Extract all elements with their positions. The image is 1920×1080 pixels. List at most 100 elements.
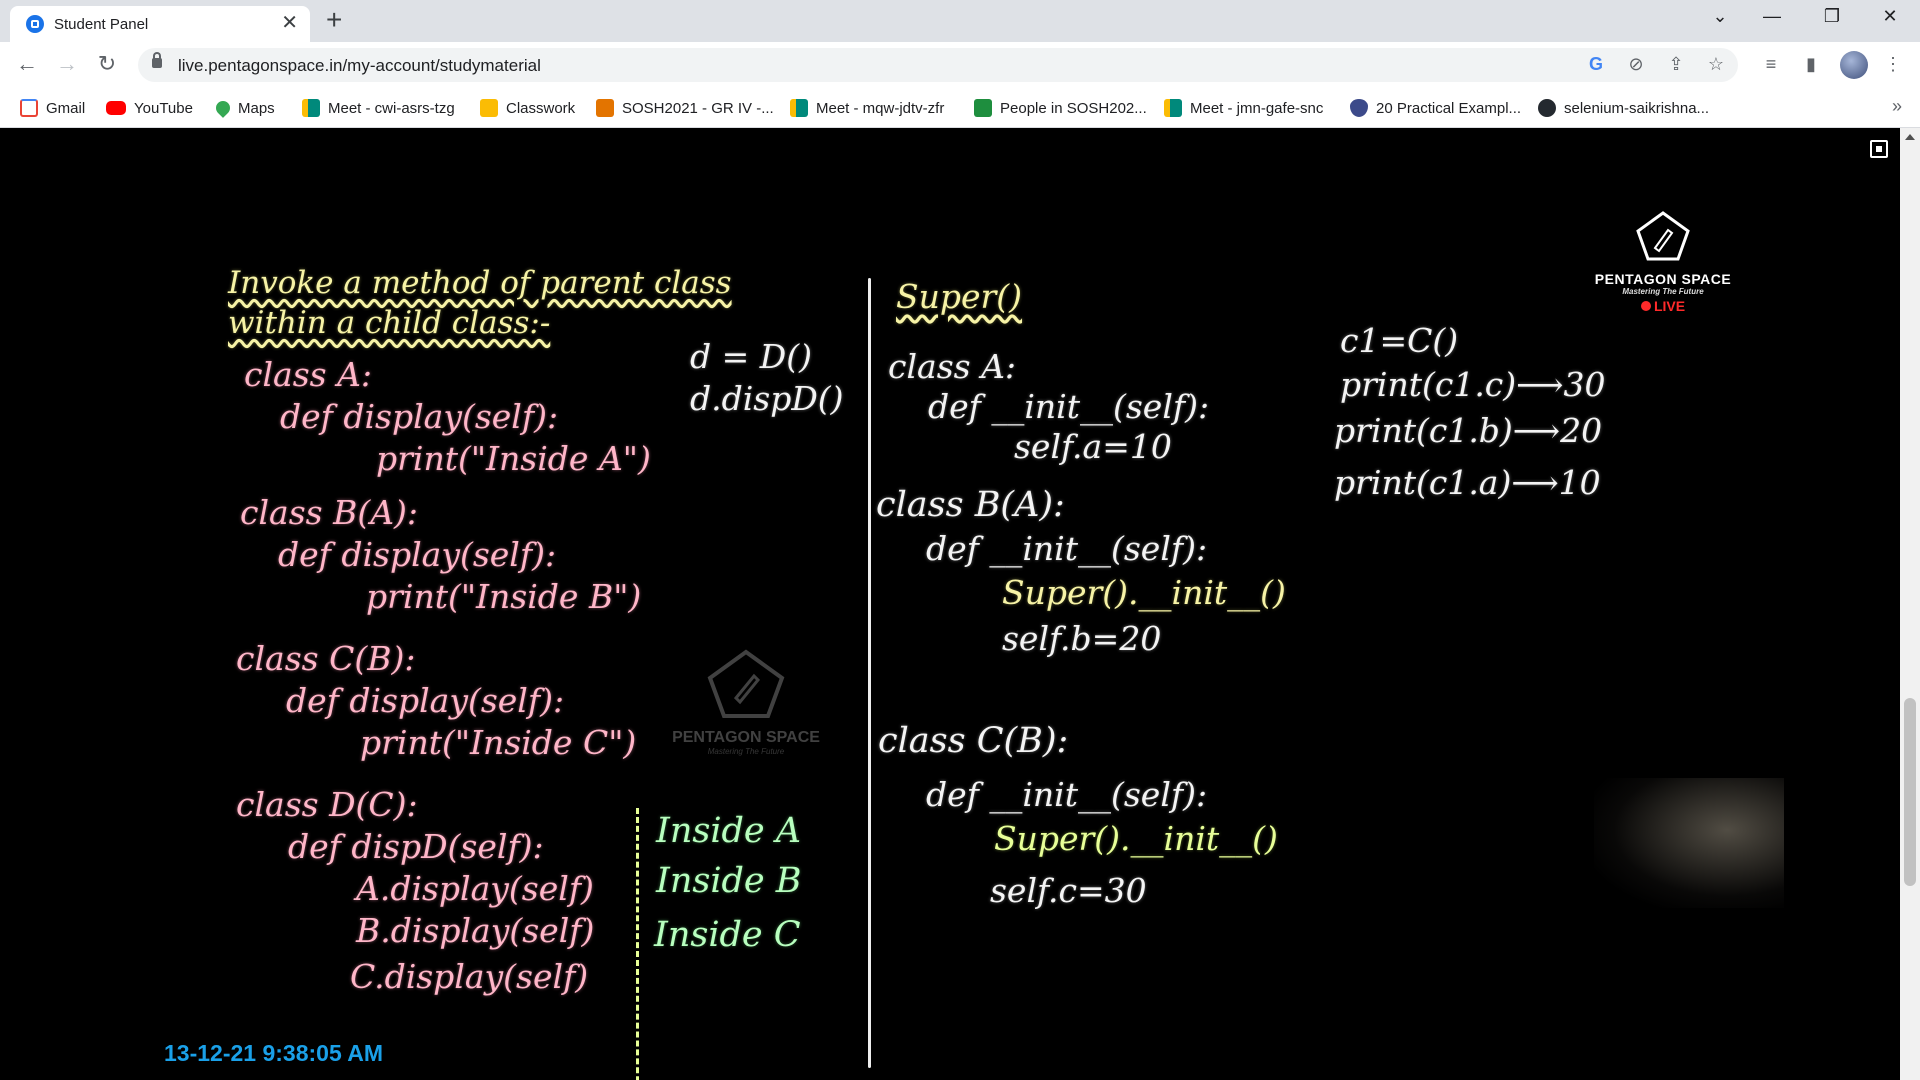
classroom-icon [596,99,614,117]
classroom-icon [480,99,498,117]
bookmarks-bar: Gmail YouTube Maps Meet - cwi-asrs-tzg C… [0,88,1920,128]
code-line: class D(C): [236,785,418,824]
pentagon-logo-icon [1636,211,1690,261]
code-line: def dispD(self): [288,827,544,866]
bookmark-youtube[interactable]: YouTube [106,96,193,120]
watermark-name: PENTAGON SPACE [672,729,820,746]
lecture-video[interactable]: Invoke a method of parent class within a… [0,128,1900,1080]
address-bar[interactable]: live.pentagonspace.in/my-account/studyma… [138,48,1738,82]
code-line: def __init__(self): [928,387,1210,426]
forward-button[interactable]: → [54,52,80,76]
bookmark-people-sosh[interactable]: People in SOSH202... [974,96,1147,120]
code-line: class A: [888,347,1017,386]
code-line: print("Inside B") [366,577,642,616]
back-button[interactable]: ← [14,52,40,76]
bookmark-maps[interactable]: Maps [213,96,275,120]
tab-close-icon[interactable]: ✕ [281,13,298,33]
bookmark-meet-mqw[interactable]: Meet - mqw-jdtv-zfr [790,96,944,120]
code-line: print(c1.c)⟶30 [1340,365,1606,404]
code-line: print("Inside A") [376,439,651,478]
live-badge: LIVE [1588,298,1738,314]
code-line: class B(A): [240,493,419,532]
eye-off-icon[interactable]: ⊘ [1624,54,1648,75]
logo-name: PENTAGON SPACE [1594,271,1732,287]
code-line: print("Inside C") [360,723,637,762]
lock-icon[interactable] [152,52,162,68]
fullscreen-icon[interactable] [1870,140,1888,158]
google-icon[interactable]: G [1584,54,1608,75]
code-line: d = D() [690,337,812,376]
reload-button[interactable]: ↻ [94,52,120,76]
bookmark-label: selenium-saikrishna... [1564,99,1710,117]
bookmark-label: Maps [238,99,275,117]
scroll-up-arrow-icon[interactable] [1905,134,1915,140]
bookmark-label: Classwork [506,99,576,117]
code-line: class C(B): [878,721,1069,761]
watermark: PENTAGON SPACE Mastering The Future [648,648,844,756]
bookmarks-overflow-icon[interactable]: » [1892,96,1902,117]
code-line: B.display(self) [356,911,595,950]
restore-button[interactable]: ❐ [1812,6,1852,27]
bookmark-gmail[interactable]: Gmail [20,96,85,120]
code-line: c1=C() [1340,321,1459,360]
bookmark-label: Meet - cwi-asrs-tzg [328,99,455,117]
bookmark-label: Gmail [46,99,86,117]
github-icon [1538,99,1556,117]
tab-favicon-icon [26,15,44,33]
code-line: print(c1.a)⟶10 [1334,463,1601,502]
url-text[interactable]: live.pentagonspace.in/my-account/studyma… [178,56,541,76]
star-icon[interactable]: ☆ [1704,54,1728,75]
bookmark-meet-cwi[interactable]: Meet - cwi-asrs-tzg [302,96,455,120]
code-line: def __init__(self): [926,529,1208,568]
code-line: def display(self): [280,397,559,436]
bookmark-meet-jmn[interactable]: Meet - jmn-gafe-snc [1164,96,1323,120]
share-icon[interactable]: ⇪ [1664,54,1688,75]
code-line: self.b=20 [1002,619,1162,658]
meet-icon [1164,99,1182,117]
bookmark-label: People in SOSH202... [1000,99,1147,117]
live-dot-icon [1640,301,1651,311]
code-line: class A: [244,355,373,394]
scroll-thumb[interactable] [1904,698,1916,886]
code-line: def display(self): [278,535,557,574]
side-panel-icon[interactable]: ▮ [1798,54,1824,75]
media-control-icon[interactable]: ≡ [1758,54,1784,75]
logo-tagline: Mastering The Future [1622,287,1704,296]
pentagon-space-logo: PENTAGON SPACE Mastering The Future LIVE [1588,210,1738,330]
classroom-icon [974,99,992,117]
bookmark-sosh2021[interactable]: SOSH2021 - GR IV -... [596,96,774,120]
board-heading-2: within a child class:- [228,305,551,341]
super-heading: Super() [896,277,1023,316]
live-label: LIVE [1653,298,1686,314]
minimize-button[interactable]: — [1752,6,1792,27]
output-line: Inside A [656,811,802,851]
gmail-icon [20,99,38,117]
close-window-button[interactable]: ✕ [1870,6,1910,27]
new-tab-button[interactable]: + [326,6,342,34]
board-divider [868,278,871,1068]
youtube-icon [106,101,126,115]
code-line: def __init__(self): [926,775,1208,814]
code-line: Super().__init__() [994,819,1278,858]
code-line: A.display(self) [356,869,594,908]
watermark-tagline: Mastering The Future [707,747,785,756]
bookmark-practical-examples[interactable]: 20 Practical Exampl... [1350,96,1521,120]
tab-search-chevron-icon[interactable]: ⌄ [1700,6,1740,27]
bookmark-classwork[interactable]: Classwork [480,96,575,120]
profile-avatar[interactable] [1840,51,1868,79]
board-heading-1: Invoke a method of parent class [228,265,732,301]
bookmark-label: 20 Practical Exampl... [1376,99,1522,117]
browser-toolbar: ← → ↻ live.pentagonspace.in/my-account/s… [0,42,1920,88]
page-scrollbar[interactable] [1900,128,1920,1080]
tab-student-panel[interactable]: Student Panel ✕ [10,6,310,42]
code-line: d.dispD() [690,379,844,418]
bookmark-selenium[interactable]: selenium-saikrishna... [1538,96,1709,120]
output-line: Inside B [656,861,802,901]
info-shield-icon [1350,99,1368,117]
pentagon-watermark-icon [707,649,785,718]
meet-icon [302,99,320,117]
code-line: class C(B): [236,639,416,678]
code-line: C.display(self) [350,957,589,996]
bookmark-label: YouTube [134,99,193,117]
menu-icon[interactable]: ⋮ [1880,54,1906,75]
